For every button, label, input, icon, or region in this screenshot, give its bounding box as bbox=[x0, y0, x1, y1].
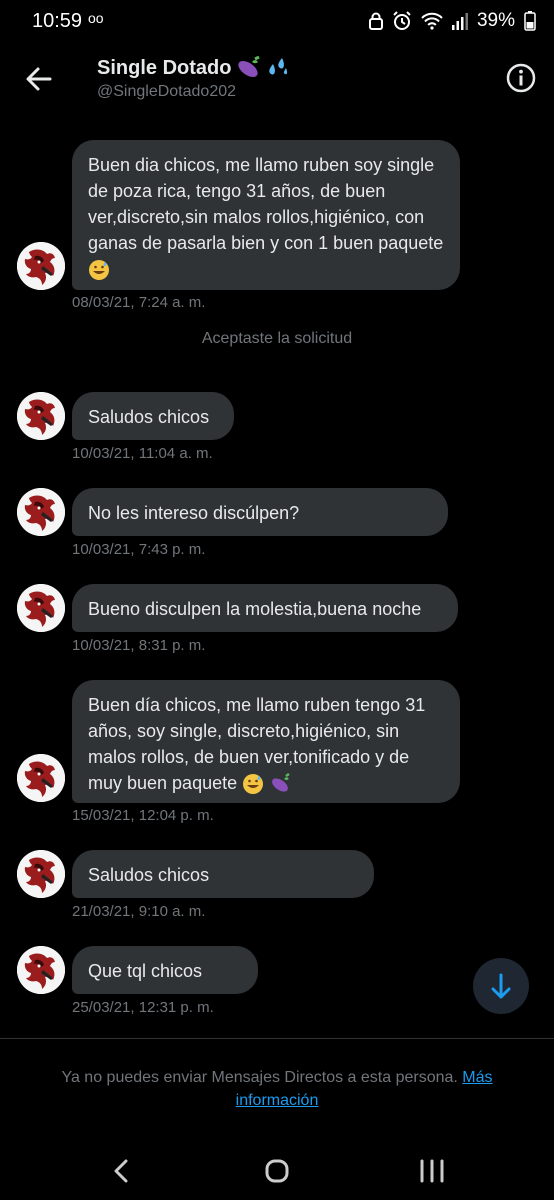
message-bubble[interactable]: Saludos chicos bbox=[72, 392, 234, 440]
grinning-sweat-emoji-icon bbox=[243, 774, 264, 795]
eggplant-emoji-icon bbox=[238, 56, 261, 77]
message-bubble[interactable]: Saludos chicos bbox=[72, 850, 374, 898]
arrow-left-icon[interactable] bbox=[22, 62, 56, 96]
message-text: No les intereso discúlpen? bbox=[88, 503, 300, 523]
conversation-header: Single Dotado @SingleDotado202 bbox=[0, 46, 554, 116]
avatar-image bbox=[17, 392, 65, 440]
nav-home-icon[interactable] bbox=[257, 1156, 297, 1186]
message-bubble[interactable]: No les intereso discúlpen? bbox=[72, 488, 448, 536]
message-text: Bueno disculpen la molestia,buena noche bbox=[88, 599, 422, 619]
voicemail-icon: oo bbox=[88, 10, 104, 26]
avatar[interactable] bbox=[17, 242, 65, 290]
status-time: 10:59 bbox=[32, 10, 83, 32]
nav-recents-icon[interactable] bbox=[412, 1156, 452, 1186]
message-row: Saludos chicos 10/03/21, 11:04 a. m. bbox=[0, 392, 554, 472]
nav-back-icon[interactable] bbox=[102, 1156, 142, 1186]
alarm-icon bbox=[393, 11, 411, 30]
sweat-droplets-emoji-icon bbox=[269, 58, 288, 75]
message-text: Buen dia chicos, me llamo ruben soy sing… bbox=[88, 155, 444, 253]
battery-level: 39% bbox=[476, 10, 515, 31]
grinning-sweat-emoji-icon bbox=[89, 260, 109, 281]
message-text: Que tql chicos bbox=[88, 961, 203, 981]
message-timestamp: 10/03/21, 8:31 p. m. bbox=[72, 637, 206, 654]
avatar-image bbox=[17, 488, 65, 536]
avatar-image bbox=[17, 754, 65, 802]
system-message: Aceptaste la solicitud bbox=[201, 330, 353, 347]
status-icons: 39% bbox=[368, 10, 536, 32]
eggplant-emoji-icon bbox=[272, 773, 290, 792]
avatar-image bbox=[17, 946, 65, 994]
message-row: Saludos chicos 21/03/21, 9:10 a. m. bbox=[0, 850, 554, 930]
message-bubble[interactable]: Bueno disculpen la molestia,buena noche bbox=[72, 584, 458, 632]
avatar[interactable] bbox=[17, 850, 65, 898]
battery-icon bbox=[524, 11, 536, 31]
lock-icon bbox=[368, 12, 383, 30]
message-row: Bueno disculpen la molestia,buena noche … bbox=[0, 584, 554, 664]
conversation-title[interactable]: Single Dotado bbox=[97, 56, 291, 80]
avatar[interactable] bbox=[17, 488, 65, 536]
scroll-to-bottom-button[interactable] bbox=[473, 958, 529, 1014]
divider bbox=[0, 1038, 554, 1039]
message-bubble[interactable]: Buen dia chicos, me llamo ruben soy sing… bbox=[72, 140, 460, 290]
arrow-down-icon bbox=[491, 973, 511, 999]
wifi-icon bbox=[421, 12, 443, 30]
message-bubble[interactable]: Que tql chicos bbox=[72, 946, 258, 994]
avatar[interactable] bbox=[17, 584, 65, 632]
message-row: No les intereso discúlpen? 10/03/21, 7:4… bbox=[0, 488, 554, 568]
message-row: Buen dia chicos, me llamo ruben soy sing… bbox=[0, 140, 554, 320]
message-timestamp: 10/03/21, 11:04 a. m. bbox=[72, 445, 213, 462]
message-text: Saludos chicos bbox=[88, 407, 210, 427]
avatar[interactable] bbox=[17, 946, 65, 994]
dm-disabled-notice: Ya no puedes enviar Mensajes Directos a … bbox=[30, 1066, 524, 1112]
avatar[interactable] bbox=[17, 392, 65, 440]
avatar[interactable] bbox=[17, 754, 65, 802]
notice-text: Ya no puedes enviar Mensajes Directos a … bbox=[61, 1069, 458, 1086]
avatar-image bbox=[17, 850, 65, 898]
message-text: Saludos chicos bbox=[88, 865, 210, 885]
message-timestamp: 21/03/21, 9:10 a. m. bbox=[72, 903, 206, 920]
message-timestamp: 15/03/21, 12:04 p. m. bbox=[72, 807, 214, 824]
message-timestamp: 10/03/21, 7:43 p. m. bbox=[72, 541, 206, 558]
status-bar: 10:59 oo 39% bbox=[0, 0, 554, 46]
system-navigation-bar bbox=[0, 1140, 554, 1200]
message-bubble[interactable]: Buen día chicos, me llamo ruben tengo 31… bbox=[72, 680, 460, 803]
avatar-image bbox=[17, 584, 65, 632]
message-row: Buen día chicos, me llamo ruben tengo 31… bbox=[0, 680, 554, 830]
message-timestamp: 25/03/21, 12:31 p. m. bbox=[72, 999, 214, 1016]
message-row: Que tql chicos 25/03/21, 12:31 p. m. bbox=[0, 946, 554, 1026]
message-timestamp: 08/03/21, 7:24 a. m. bbox=[72, 294, 206, 311]
conversation-handle: @SingleDotado202 bbox=[97, 83, 237, 100]
avatar-image bbox=[17, 242, 65, 290]
info-icon[interactable] bbox=[506, 63, 536, 93]
signal-icon bbox=[451, 13, 468, 30]
conversation-name: Single Dotado bbox=[97, 56, 232, 79]
